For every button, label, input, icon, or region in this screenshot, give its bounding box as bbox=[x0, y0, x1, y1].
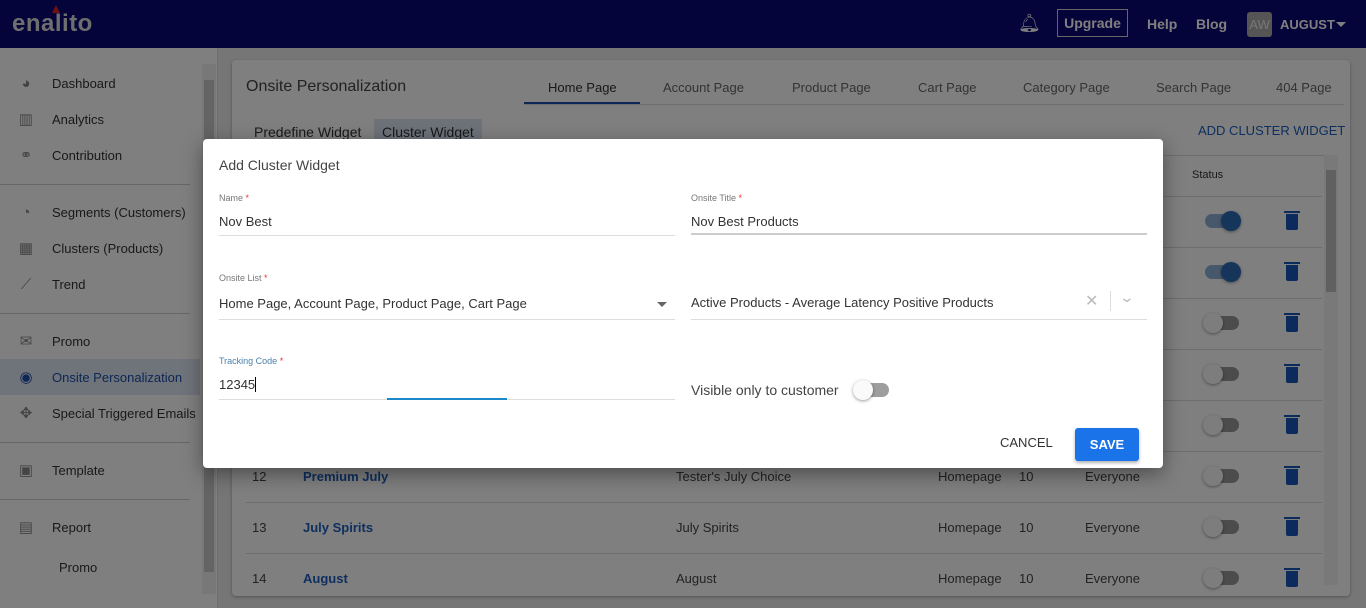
label-text: Onsite Title bbox=[691, 193, 737, 203]
select-separator bbox=[1110, 291, 1111, 311]
cancel-button[interactable]: CANCEL bbox=[1000, 435, 1053, 450]
dialog-title: Add Cluster Widget bbox=[219, 157, 340, 173]
tracking-code-input[interactable]: 12345 bbox=[219, 377, 257, 392]
onsite-title-input[interactable]: Nov Best Products bbox=[691, 214, 799, 229]
focus-indicator bbox=[387, 398, 507, 400]
tracking-code-label: Tracking Code * bbox=[219, 356, 283, 366]
chevron-down-icon[interactable]: ⌄ bbox=[1119, 289, 1135, 306]
label-text: Onsite List bbox=[219, 273, 262, 283]
toggle-knob bbox=[853, 380, 873, 400]
label-text: Tracking Code bbox=[219, 356, 278, 366]
onsite-list-value: Home Page, Account Page, Product Page, C… bbox=[219, 296, 527, 311]
onsite-list-select[interactable]: Home Page, Account Page, Product Page, C… bbox=[219, 296, 675, 311]
required-mark: * bbox=[245, 193, 250, 203]
onsite-title-underline bbox=[691, 233, 1147, 235]
name-underline bbox=[219, 235, 675, 236]
cluster-select[interactable]: Active Products - Average Latency Positi… bbox=[691, 295, 994, 310]
onsite-list-label: Onsite List * bbox=[219, 273, 268, 283]
clear-icon[interactable]: ✕ bbox=[1085, 291, 1098, 311]
required-mark: * bbox=[264, 273, 268, 283]
onsite-list-underline bbox=[219, 319, 675, 320]
add-cluster-widget-dialog: Add Cluster Widget Name * Nov Best Onsit… bbox=[203, 139, 1163, 468]
dropdown-arrow-icon[interactable] bbox=[657, 302, 667, 307]
visible-only-label: Visible only to customer bbox=[691, 382, 839, 398]
cluster-underline bbox=[691, 319, 1147, 320]
onsite-title-label: Onsite Title * bbox=[691, 193, 742, 203]
visible-only-toggle[interactable] bbox=[853, 380, 889, 400]
required-mark: * bbox=[279, 356, 284, 366]
label-text: Name bbox=[219, 193, 244, 203]
required-mark: * bbox=[738, 193, 743, 203]
save-button[interactable]: SAVE bbox=[1075, 428, 1139, 461]
name-label: Name * bbox=[219, 193, 249, 203]
name-input[interactable]: Nov Best bbox=[219, 214, 272, 229]
